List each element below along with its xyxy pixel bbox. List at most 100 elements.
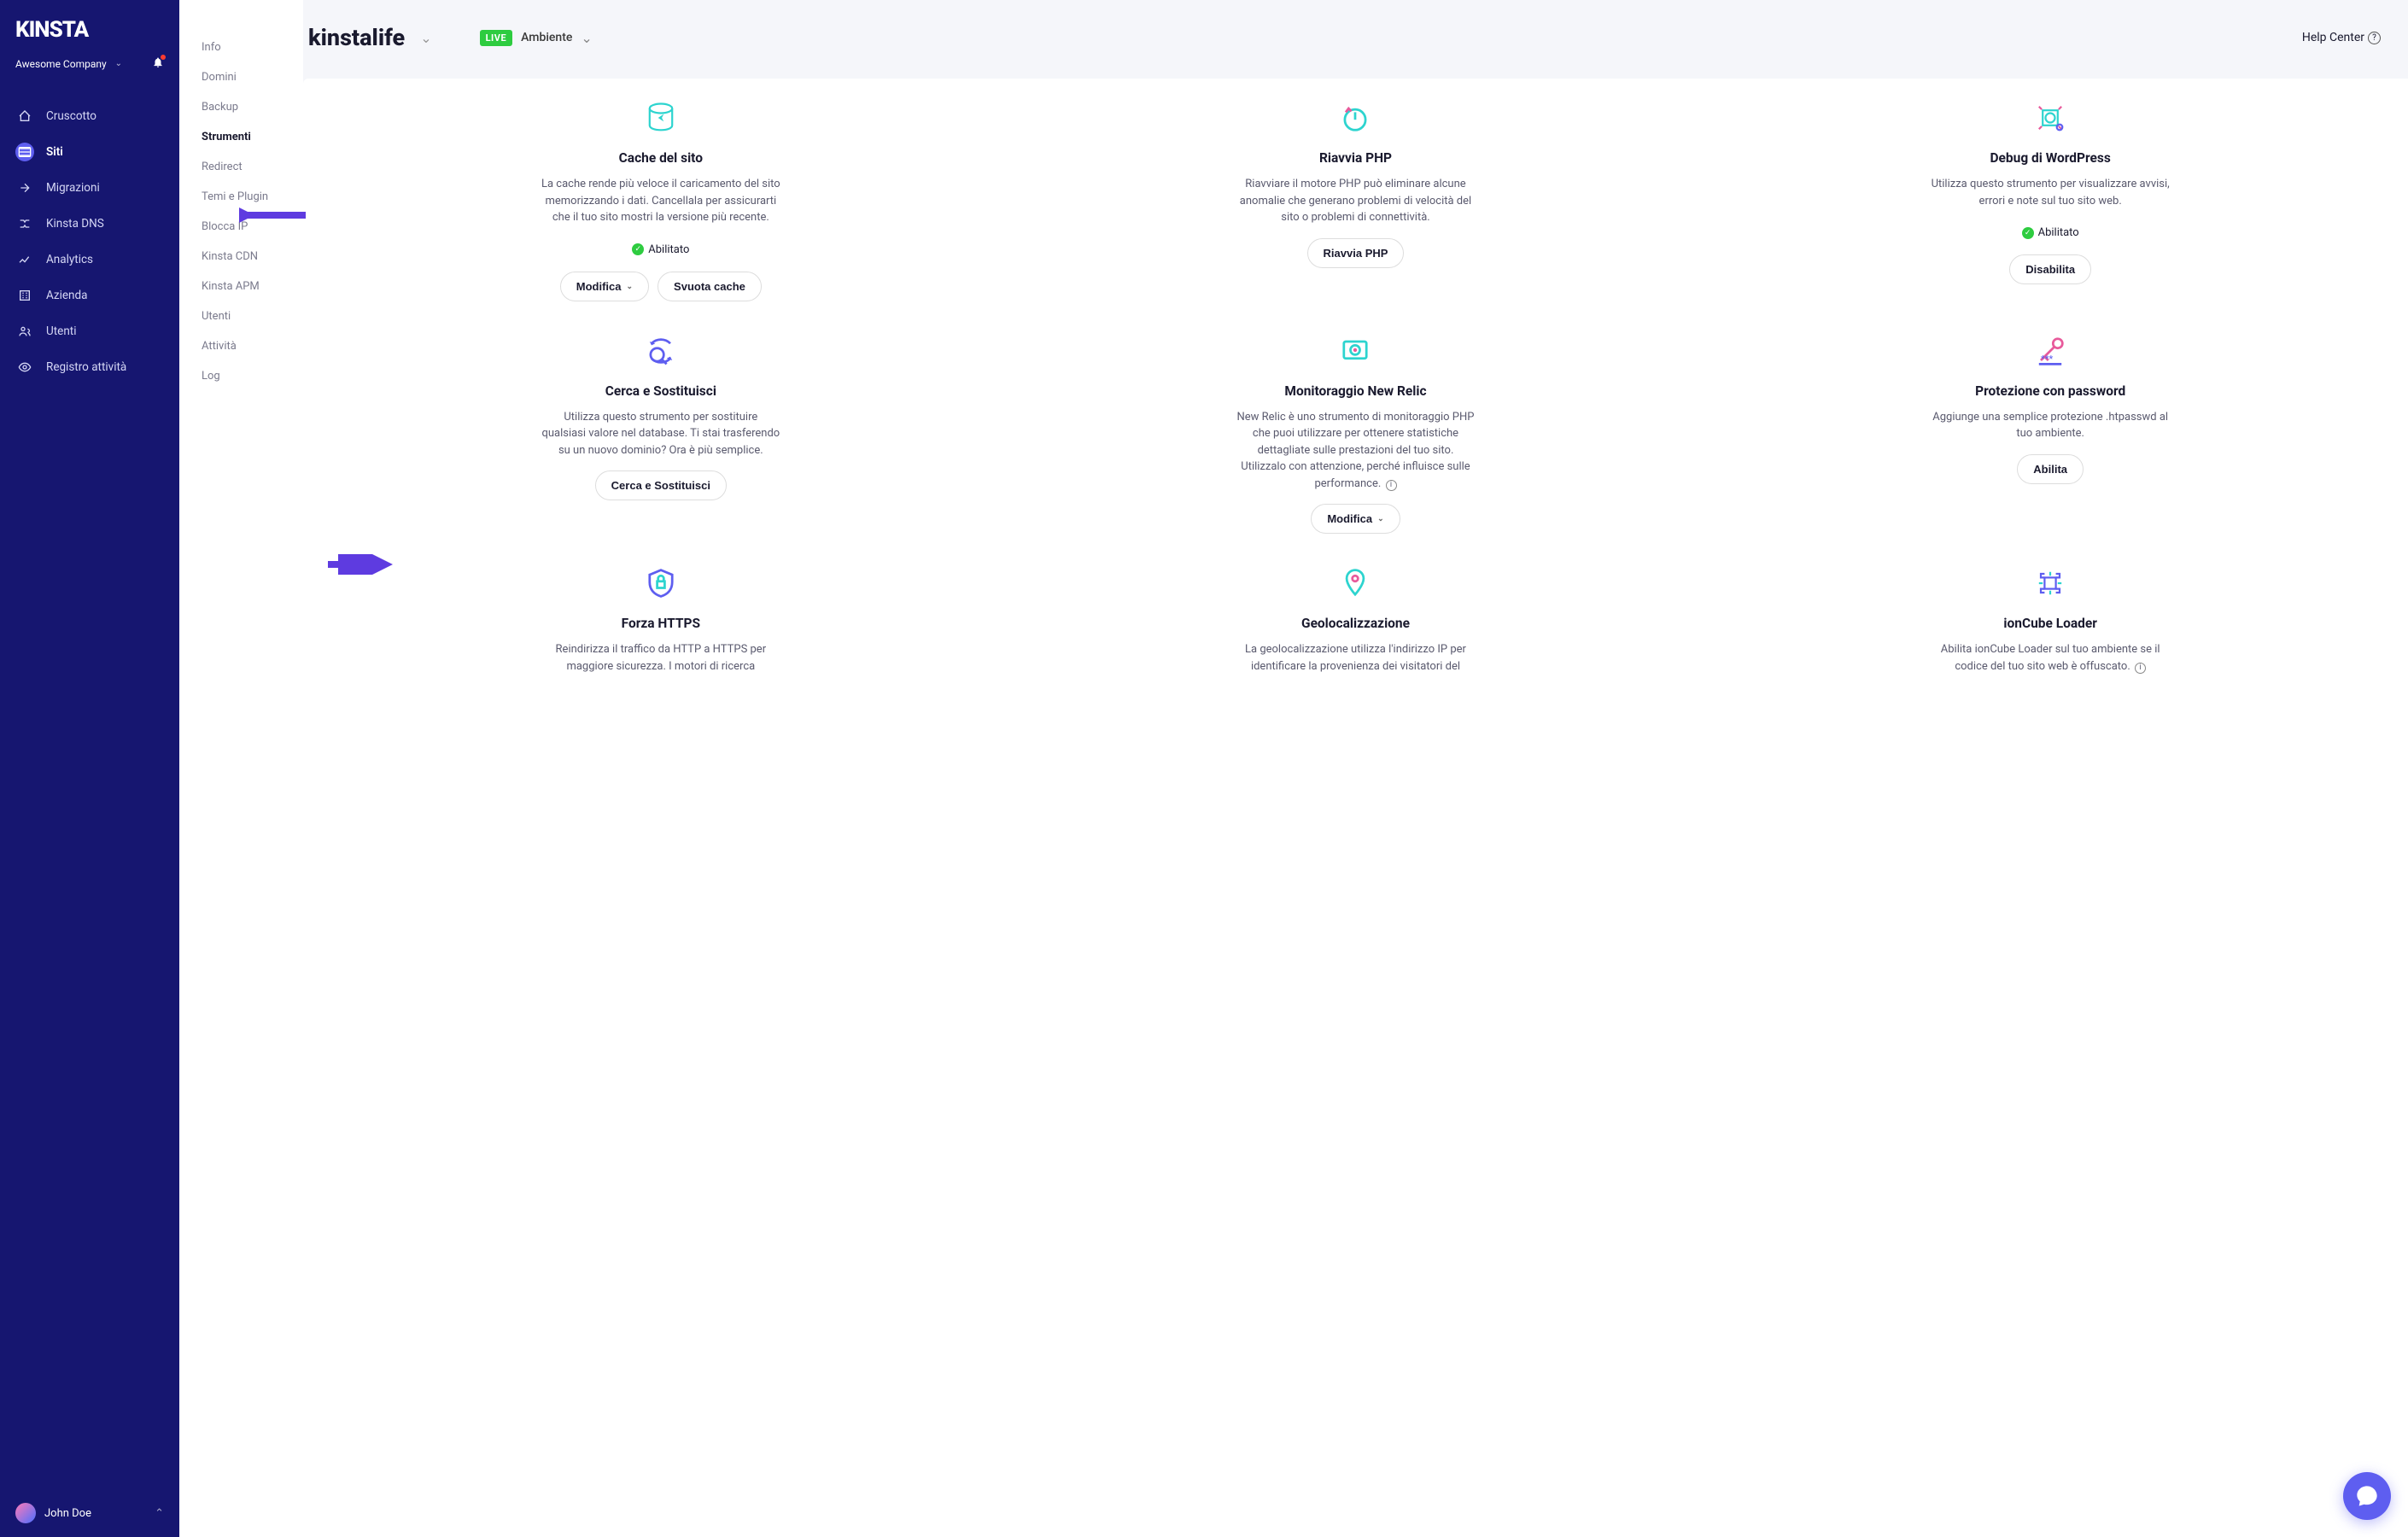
company-icon <box>15 286 34 305</box>
nav-label: Utenti <box>46 324 76 338</box>
nav-item-dns[interactable]: Kinsta DNS <box>0 206 179 242</box>
sub-nav-item[interactable]: Attività <box>202 331 295 361</box>
check-icon: ✓ <box>632 243 644 255</box>
nav-item-home[interactable]: Cruscotto <box>0 98 179 134</box>
chevron-up-icon: ⌃ <box>155 1507 164 1520</box>
nav-item-sites[interactable]: Siti <box>0 134 179 170</box>
card-description: Aggiunge una semplice protezione .htpass… <box>1931 409 2170 442</box>
tool-card: Forza HTTPSReindirizza il traffico da HT… <box>324 564 998 687</box>
environment-badge: LIVE <box>480 30 513 46</box>
status-badge: ✓Abilitato <box>2022 226 2079 239</box>
button-row: Disabilita <box>2009 254 2091 284</box>
notification-dot <box>161 55 166 60</box>
sub-nav-item[interactable]: Backup <box>202 92 295 122</box>
users-icon <box>15 322 34 341</box>
chevron-down-icon: ⌄ <box>627 282 634 291</box>
tool-card: Debug di WordPress Utilizza questo strume… <box>1713 99 2388 301</box>
tools-panel: Cache del sitoLa cache rende più veloce … <box>303 79 2408 1537</box>
status-badge: ✓Abilitato <box>632 243 689 256</box>
sub-nav-item[interactable]: Kinsta APM <box>202 272 295 301</box>
card-description: Utilizza questo strumento per visualizza… <box>1931 176 2170 209</box>
card-title: Riavvia PHP <box>1319 150 1392 166</box>
tool-card: Cerca e SostituisciUtilizza questo strum… <box>324 332 998 535</box>
card-description: Riavviare il motore PHP può eliminare al… <box>1236 176 1475 226</box>
sites-icon <box>15 143 34 161</box>
chat-icon <box>2355 1484 2379 1508</box>
card-description: La cache rende più veloce il caricamento… <box>541 176 780 226</box>
tool-card: Riavvia PHP Riavviare il motore PHP può e… <box>1019 99 1693 301</box>
tools-grid: Cache del sitoLa cache rende più veloce … <box>324 99 2388 687</box>
sub-sidebar: InfoDominiBackupStrumentiRedirectTemi e … <box>179 0 303 1537</box>
nav-item-users[interactable]: Utenti <box>0 313 179 349</box>
nav-item-migrations[interactable]: Migrazioni <box>0 170 179 206</box>
activity-icon <box>15 358 34 377</box>
help-center-link[interactable]: Help Center ? <box>2302 31 2381 44</box>
action-button[interactable]: Svuota cache <box>658 272 762 301</box>
site-name: kinstalife <box>308 24 405 51</box>
sub-nav-item[interactable]: Kinsta CDN <box>202 242 295 272</box>
tool-card: Cache del sitoLa cache rende più veloce … <box>324 99 998 301</box>
brand-logo: KINSTA <box>0 0 179 53</box>
sub-nav-item[interactable]: Utenti <box>202 301 295 331</box>
info-icon[interactable]: i <box>2135 663 2146 674</box>
company-name: Awesome Company <box>15 58 107 70</box>
svg-text:***: *** <box>2041 354 2053 365</box>
sub-nav-item[interactable]: Redirect <box>202 152 295 182</box>
sub-nav-item[interactable]: Strumenti <box>202 122 295 152</box>
migrations-icon <box>15 178 34 197</box>
action-button[interactable]: Riavvia PHP <box>1307 238 1405 268</box>
button-row: Abilita <box>2017 454 2084 484</box>
nav-label: Cruscotto <box>46 109 96 123</box>
nav-item-company[interactable]: Azienda <box>0 278 179 313</box>
site-switcher-chevron-icon[interactable]: ⌄ <box>420 30 431 46</box>
dns-icon <box>15 214 34 233</box>
action-button[interactable]: Cerca e Sostituisci <box>595 470 727 500</box>
action-button[interactable]: Disabilita <box>2009 254 2091 284</box>
nav-label: Registro attività <box>46 360 126 374</box>
tool-card: GeolocalizzazioneLa geolocalizzazione ut… <box>1019 564 1693 687</box>
main-nav: Cruscotto Siti Migrazioni Kinsta DNS Analyti… <box>0 86 179 1489</box>
debug-icon <box>2031 99 2069 137</box>
sub-nav-item[interactable]: Domini <box>202 62 295 92</box>
chevron-down-icon: ⌄ <box>1377 514 1384 523</box>
nav-item-activity[interactable]: Registro attività <box>0 349 179 385</box>
action-button[interactable]: Modifica⌄ <box>1311 504 1400 534</box>
button-row: Riavvia PHP <box>1307 238 1405 268</box>
restart-icon <box>1336 99 1374 137</box>
action-button[interactable]: Modifica⌄ <box>560 272 649 301</box>
button-row: Modifica⌄ Svuota cache <box>560 272 762 301</box>
nav-label: Siti <box>46 145 63 159</box>
environment-chevron-icon[interactable]: ⌄ <box>581 30 592 46</box>
card-title: ionCube Loader <box>2003 616 2097 631</box>
main-sidebar: KINSTA Awesome Company ⌄ Cruscotto Siti Mi… <box>0 0 179 1537</box>
info-icon[interactable]: i <box>1386 480 1397 491</box>
sub-nav-item[interactable]: Log <box>202 361 295 391</box>
help-center-label: Help Center <box>2302 31 2364 44</box>
nav-label: Analytics <box>46 253 93 266</box>
tool-card: ionCube LoaderAbilita ionCube Loader sul… <box>1713 564 2388 687</box>
tool-card: ***Protezione con passwordAggiunge una s… <box>1713 332 2388 535</box>
company-switcher[interactable]: Awesome Company ⌄ <box>0 53 179 86</box>
check-icon: ✓ <box>2022 227 2034 239</box>
home-icon <box>15 107 34 126</box>
nav-item-analytics[interactable]: Analytics <box>0 242 179 278</box>
card-title: Cerca e Sostituisci <box>605 383 716 399</box>
sub-nav-item[interactable]: Info <box>202 32 295 62</box>
search-replace-icon <box>642 332 680 370</box>
password-icon: *** <box>2031 332 2069 370</box>
notifications-bell-icon[interactable] <box>152 56 164 71</box>
user-name: John Doe <box>44 1507 91 1520</box>
card-title: Geolocalizzazione <box>1301 616 1410 631</box>
card-description: Reindirizza il traffico da HTTP a HTTPS … <box>541 641 780 675</box>
card-title: Debug di WordPress <box>1990 150 2110 166</box>
annotation-arrow-strumenti <box>239 205 307 225</box>
user-menu[interactable]: John Doe ⌃ <box>0 1489 179 1537</box>
nav-label: Kinsta DNS <box>46 217 104 231</box>
avatar <box>15 1503 36 1523</box>
page-header: kinstalife ⌄ LIVE Ambiente ⌄ Help Center… <box>303 0 2408 79</box>
chat-fab[interactable] <box>2343 1472 2391 1520</box>
action-button[interactable]: Abilita <box>2017 454 2084 484</box>
nav-label: Azienda <box>46 289 87 302</box>
tool-card: Monitoraggio New RelicNew Relic è uno st… <box>1019 332 1693 535</box>
help-icon: ? <box>2368 32 2381 44</box>
